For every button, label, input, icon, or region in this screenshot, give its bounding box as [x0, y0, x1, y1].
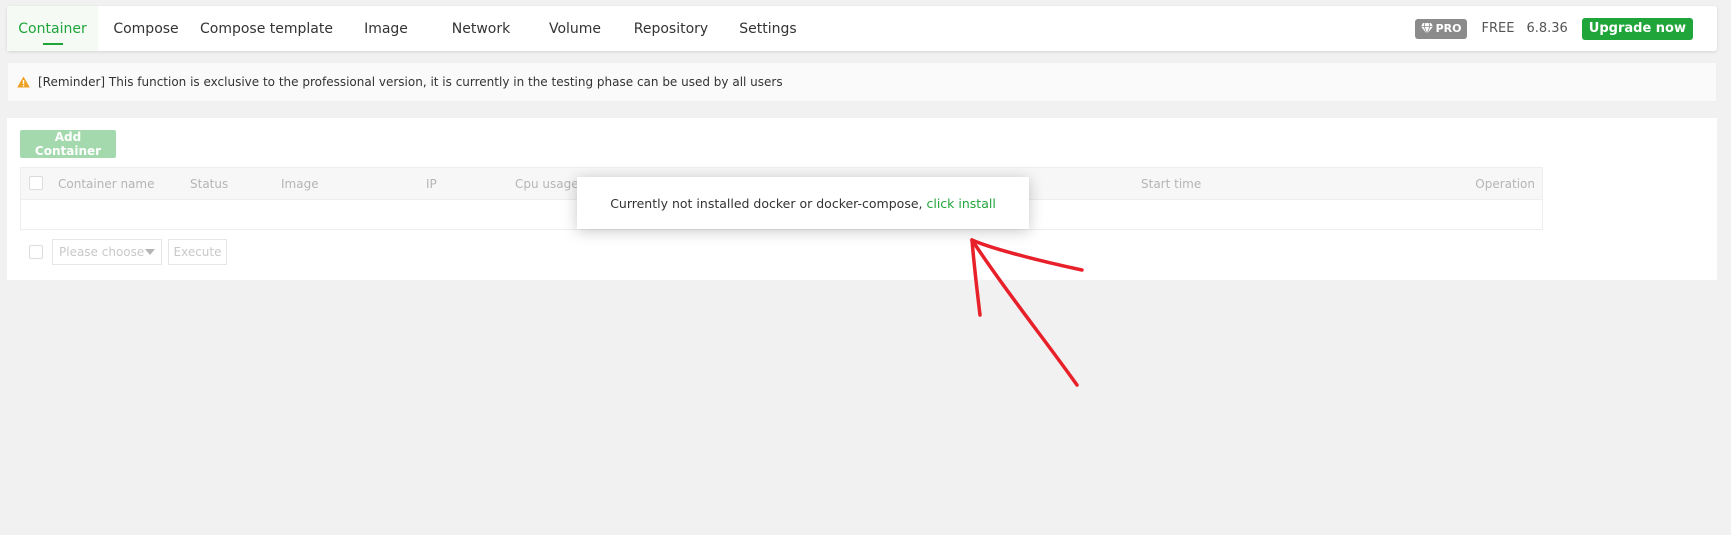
tab-label: Volume [548, 20, 602, 37]
select-placeholder: Please choose [59, 245, 145, 259]
tab-container[interactable]: Container [7, 6, 98, 51]
column-image[interactable]: Image [281, 168, 319, 200]
execute-button[interactable]: Execute [168, 239, 227, 265]
tab-label: Settings [739, 20, 797, 37]
batch-actions: Please choose Execute [20, 239, 420, 265]
reminder-bar: [Reminder] This function is exclusive to… [7, 62, 1717, 102]
column-operation: Operation [1475, 177, 1535, 191]
batch-action-select[interactable]: Please choose [52, 239, 162, 265]
tab-compose-template[interactable]: Compose template [199, 6, 334, 51]
license-area: PRO FREE 6.8.36 Upgrade now [1414, 6, 1693, 51]
column-container-name[interactable]: Container name [58, 168, 155, 200]
tab-repository[interactable]: Repository [629, 6, 713, 51]
pro-badge[interactable]: PRO [1414, 18, 1468, 39]
version-label: 6.8.36 [1526, 21, 1568, 36]
column-cpu-usage[interactable]: Cpu usage [515, 168, 579, 200]
tab-image[interactable]: Image [347, 6, 425, 51]
column-status[interactable]: Status [190, 168, 228, 200]
diamond-icon [1420, 23, 1433, 34]
select-all-checkbox[interactable] [29, 176, 43, 190]
pro-label: PRO [1435, 22, 1462, 35]
reminder-text: [Reminder] This function is exclusive to… [38, 75, 783, 89]
tab-label: Repository [633, 20, 709, 37]
chevron-down-icon [145, 249, 155, 255]
warning-icon [17, 76, 30, 88]
tab-label: Image [364, 20, 408, 37]
tab-compose[interactable]: Compose [98, 6, 194, 51]
top-tab-bar: Container Compose Compose template Image… [7, 6, 1717, 51]
upgrade-now-button[interactable]: Upgrade now [1581, 17, 1693, 40]
docker-not-installed-dialog: Currently not installed docker or docker… [577, 177, 1029, 229]
add-container-button[interactable]: Add Container [20, 130, 116, 158]
tab-label: Network [451, 20, 511, 37]
tab-label: Compose template [200, 20, 333, 37]
free-label: FREE [1481, 21, 1515, 36]
tab-label: Compose [113, 20, 179, 37]
click-install-link[interactable]: click install [926, 196, 995, 211]
batch-select-checkbox[interactable] [29, 245, 43, 259]
column-start-time[interactable]: Start time [1141, 168, 1201, 200]
dialog-message: Currently not installed docker or docker… [610, 195, 923, 211]
column-ip[interactable]: IP [426, 168, 437, 200]
tab-settings[interactable]: Settings [731, 6, 805, 51]
tab-label: Container [18, 20, 87, 37]
tab-network[interactable]: Network [441, 6, 521, 51]
tab-volume[interactable]: Volume [537, 6, 613, 51]
